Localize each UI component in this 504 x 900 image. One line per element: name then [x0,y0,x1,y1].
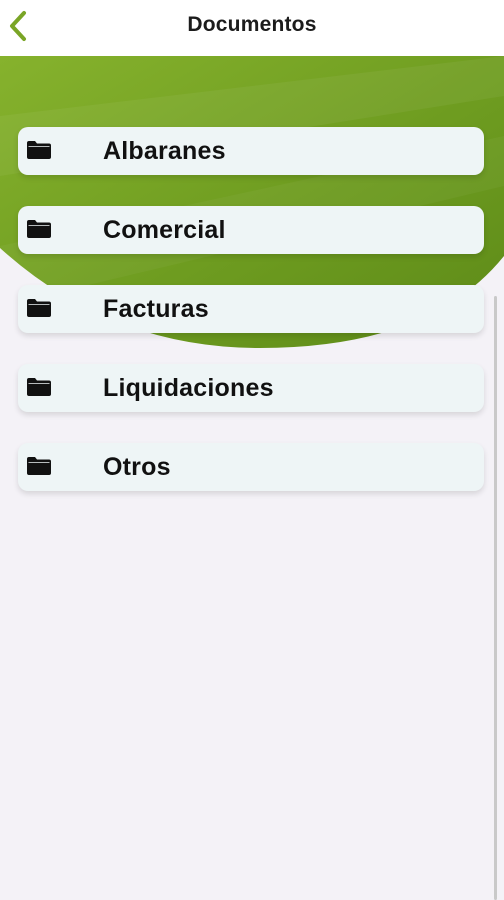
folder-item-albaranes[interactable]: Albaranes [18,127,484,175]
folder-item-label: Otros [103,453,171,481]
folder-icon [27,141,51,159]
folder-icon [27,378,51,396]
folder-item-label: Albaranes [103,137,226,165]
folder-list: Albaranes Comercial Facturas Liquidacion… [18,127,484,522]
folder-item-label: Comercial [103,216,226,244]
folder-item-liquidaciones[interactable]: Liquidaciones [18,364,484,412]
page-title: Documentos [187,13,317,36]
folder-icon [27,220,51,238]
scrollbar-thumb[interactable] [494,296,497,900]
folder-icon [27,457,51,475]
folder-item-label: Liquidaciones [103,374,274,402]
folder-item-label: Facturas [103,295,209,323]
scrollbar[interactable] [494,56,498,900]
folder-item-comercial[interactable]: Comercial [18,206,484,254]
folder-icon [27,299,51,317]
folder-item-otros[interactable]: Otros [18,443,484,491]
folder-item-facturas[interactable]: Facturas [18,285,484,333]
top-app-bar: Documentos [0,0,504,56]
